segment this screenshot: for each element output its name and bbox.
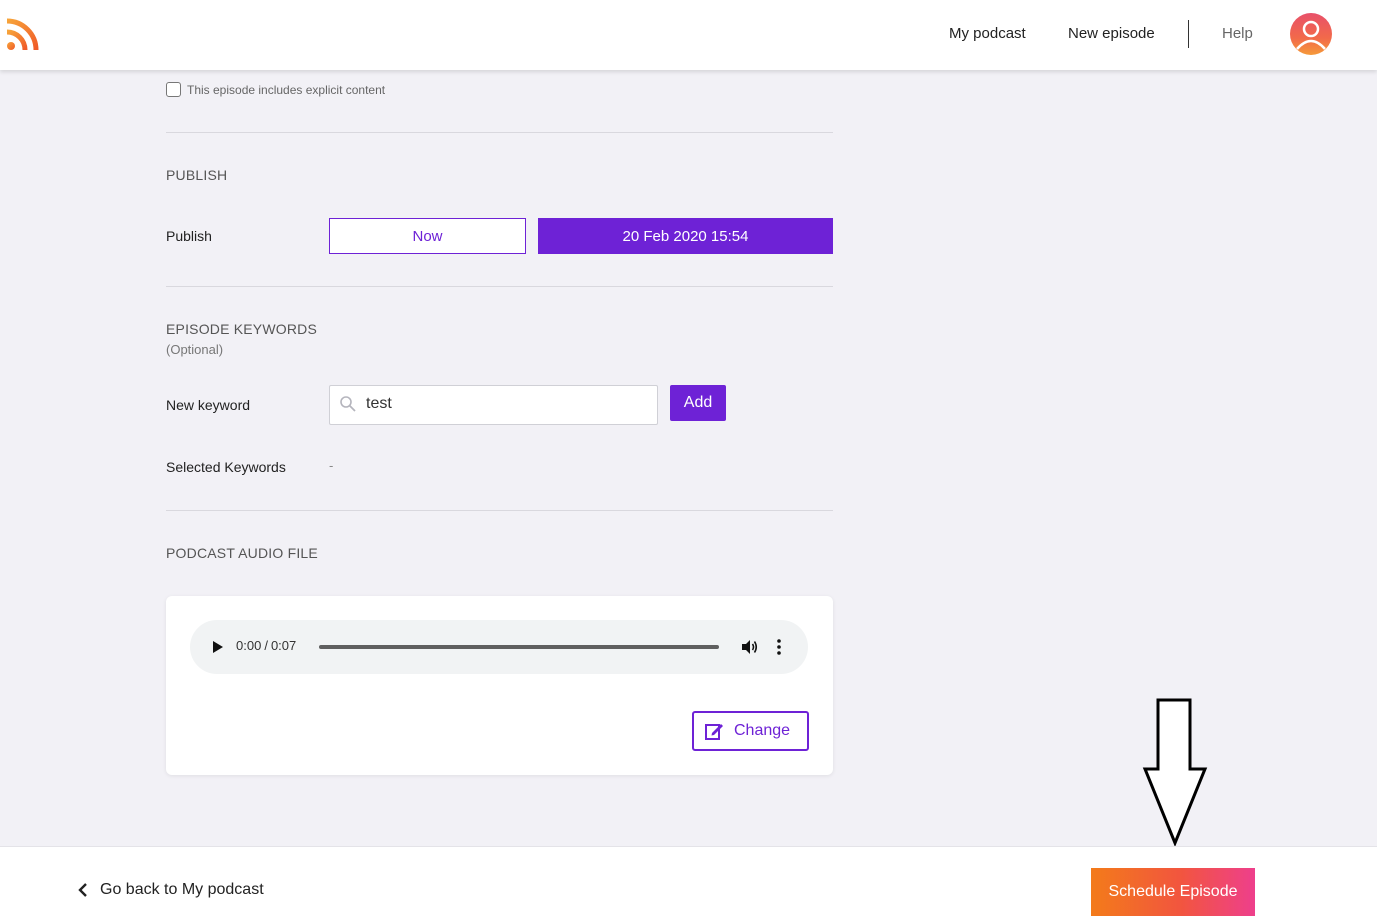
explicit-content-row[interactable]: This episode includes explicit content (166, 82, 385, 97)
add-keyword-button[interactable]: Add (670, 385, 726, 421)
nav-my-podcast[interactable]: My podcast (949, 25, 1026, 42)
user-avatar-icon[interactable] (1290, 13, 1332, 55)
divider (166, 132, 833, 133)
back-link-label: Go back to My podcast (100, 881, 264, 898)
top-navigation: My podcast New episode Help (0, 0, 1377, 70)
back-to-my-podcast-link[interactable]: Go back to My podcast (78, 881, 264, 899)
keyword-input-wrapper[interactable] (329, 385, 658, 425)
audio-progress-bar[interactable] (319, 645, 719, 649)
publish-date-button[interactable]: 20 Feb 2020 15:54 (538, 218, 833, 254)
audio-section-title: PODCAST AUDIO FILE (166, 545, 318, 561)
time-separator: / (264, 638, 268, 653)
more-options-icon[interactable] (776, 638, 782, 656)
change-audio-label: Change (734, 722, 791, 739)
search-icon (340, 396, 356, 412)
publish-label: Publish (166, 228, 212, 244)
nav-help[interactable]: Help (1222, 25, 1253, 42)
rss-icon[interactable] (6, 17, 40, 51)
selected-keywords-label: Selected Keywords (166, 459, 286, 475)
divider (166, 286, 833, 287)
keywords-section-title: EPISODE KEYWORDS (166, 321, 318, 337)
schedule-episode-button[interactable]: Schedule Episode (1091, 868, 1255, 916)
nav-new-episode[interactable]: New episode (1068, 25, 1155, 42)
audio-time: 0:00/0:07 (236, 638, 296, 653)
audio-card: 0:00/0:07 Change (166, 596, 833, 775)
annotation-arrow-icon (1142, 698, 1208, 847)
bottom-action-bar: Go back to My podcast Schedule Episode (0, 846, 1377, 921)
volume-icon[interactable] (740, 638, 758, 656)
divider (166, 510, 833, 511)
nav-divider (1188, 20, 1189, 48)
edit-icon (705, 724, 723, 740)
keywords-section-subtitle: (Optional) (166, 342, 224, 357)
change-audio-button[interactable]: Change (692, 711, 809, 751)
publish-section-title: PUBLISH (166, 167, 228, 183)
new-keyword-label: New keyword (166, 397, 251, 413)
explicit-content-checkbox[interactable] (166, 82, 181, 97)
play-icon[interactable] (210, 639, 224, 655)
selected-keywords-value: - (329, 458, 334, 473)
keyword-input[interactable] (366, 395, 646, 413)
publish-now-button[interactable]: Now (329, 218, 526, 254)
duration: 0:07 (270, 638, 297, 653)
chevron-left-icon (78, 883, 87, 897)
current-time: 0:00 (236, 638, 262, 653)
explicit-content-label: This episode includes explicit content (187, 82, 386, 97)
audio-player: 0:00/0:07 (190, 620, 808, 674)
